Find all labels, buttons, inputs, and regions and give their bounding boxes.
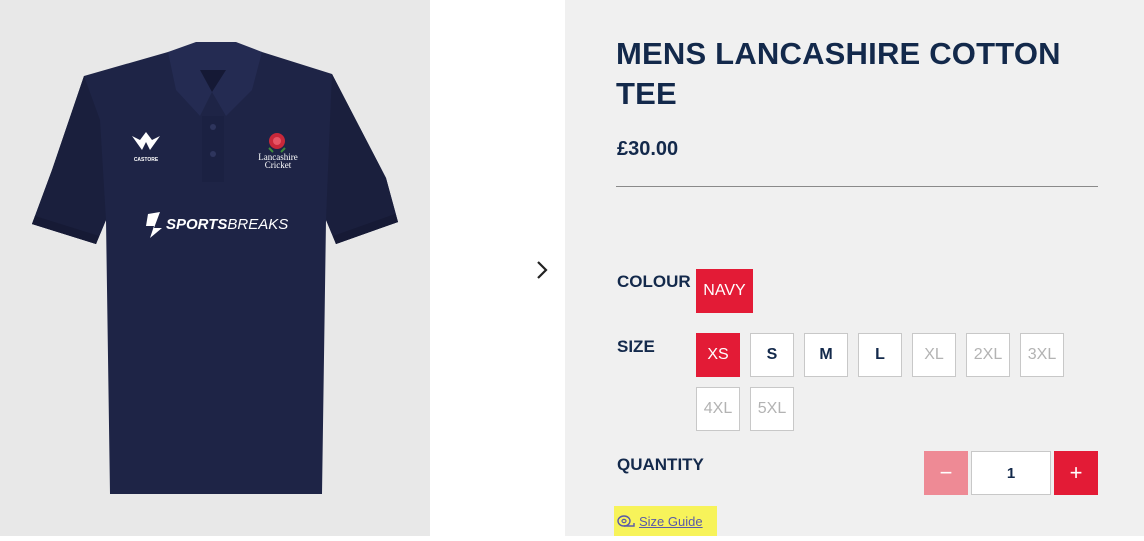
sponsor-text-light: BREAKS bbox=[227, 216, 288, 233]
product-title: MENS LANCASHIRE COTTON TEE bbox=[616, 36, 1061, 111]
colour-label: COLOUR bbox=[617, 272, 691, 291]
quantity-increase-button[interactable]: + bbox=[1054, 451, 1098, 495]
size-option-3xl[interactable]: 3XL bbox=[1020, 333, 1064, 377]
size-option-xs[interactable]: XS bbox=[696, 333, 740, 377]
size-option-xl[interactable]: XL bbox=[912, 333, 956, 377]
shirt-image: CASTORE Lancashire Cricket SPORTSBREAKS bbox=[32, 42, 398, 494]
castore-logo-text: CASTORE bbox=[134, 157, 159, 163]
badge-text-line2: Cricket bbox=[265, 160, 292, 170]
tape-measure-icon bbox=[617, 515, 635, 527]
size-label: SIZE bbox=[617, 337, 655, 356]
size-option-5xl[interactable]: 5XL bbox=[750, 387, 794, 431]
size-option-m[interactable]: M bbox=[804, 333, 848, 377]
svg-text:SPORTSBREAKS: SPORTSBREAKS bbox=[166, 216, 288, 233]
colour-option-navy[interactable]: NAVY bbox=[696, 269, 753, 313]
size-guide-label: Size Guide bbox=[639, 513, 703, 529]
sponsor-text-bold: SPORTS bbox=[166, 216, 227, 233]
size-option-l[interactable]: L bbox=[858, 333, 902, 377]
product-image-panel: CASTORE Lancashire Cricket SPORTSBREAKS bbox=[0, 0, 430, 536]
size-option-4xl[interactable]: 4XL bbox=[696, 387, 740, 431]
size-guide-link[interactable]: Size Guide bbox=[614, 506, 717, 536]
quantity-label: QUANTITY bbox=[617, 455, 704, 474]
quantity-decrease-button[interactable]: − bbox=[924, 451, 968, 495]
divider bbox=[616, 186, 1098, 187]
chevron-right-icon[interactable] bbox=[530, 258, 554, 282]
product-price: £30.00 bbox=[617, 138, 679, 160]
size-option-2xl[interactable]: 2XL bbox=[966, 333, 1010, 377]
quantity-input[interactable] bbox=[971, 451, 1051, 495]
size-option-s[interactable]: S bbox=[750, 333, 794, 377]
